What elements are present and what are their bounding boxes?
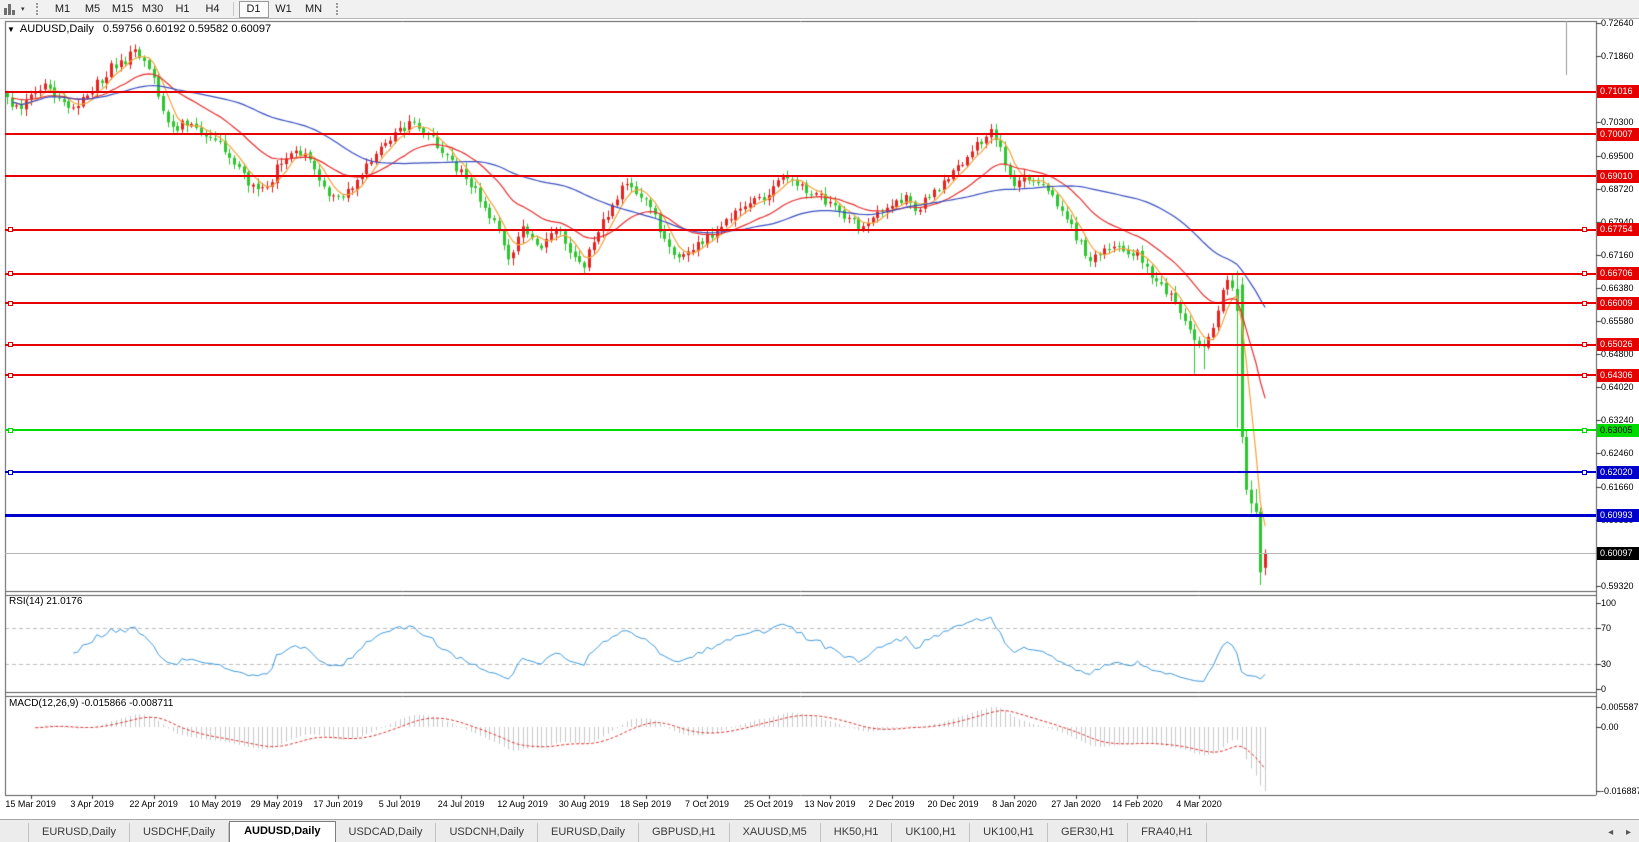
date-label: 27 Jan 2020	[1051, 799, 1101, 809]
chart-tab-usdcad-daily[interactable]: USDCAD,Daily	[336, 823, 437, 842]
chart-tabs: EURUSD,DailyUSDCHF,DailyAUDUSD,DailyUSDC…	[0, 821, 1207, 842]
date-label: 10 May 2019	[189, 799, 241, 809]
rsi-indicator-label: RSI(14) 21.0176	[9, 596, 82, 607]
chart-tab-ger30-h1[interactable]: GER30,H1	[1048, 823, 1128, 842]
date-label: 12 Aug 2019	[497, 799, 548, 809]
chart-tab-uk100-h1[interactable]: UK100,H1	[892, 823, 970, 842]
date-label: 13 Nov 2019	[804, 799, 855, 809]
date-label: 14 Feb 2020	[1112, 799, 1163, 809]
macd-indicator-label: MACD(12,26,9) -0.015866 -0.008711	[9, 698, 173, 709]
date-label: 15 Mar 2019	[5, 799, 56, 809]
chart-tab-audusd-daily[interactable]: AUDUSD,Daily	[229, 821, 335, 842]
timeframe-button-h1[interactable]: H1	[168, 1, 198, 18]
timeframe-toolbar: ▾ M1M5M15M30H1H4 D1W1MN	[0, 0, 1639, 19]
timeframe-button-m30[interactable]: M30	[138, 1, 168, 18]
date-label: 5 Jul 2019	[379, 799, 421, 809]
chart-ohlc-values: 0.59756 0.60192 0.59582 0.60097	[103, 23, 271, 35]
date-label: 24 Jul 2019	[438, 799, 485, 809]
mt4-window: ▾ M1M5M15M30H1H4 D1W1MN 0.726400.718600.7…	[0, 0, 1639, 842]
timeframe-button-w1[interactable]: W1	[269, 1, 299, 18]
date-label: 30 Aug 2019	[559, 799, 610, 809]
date-label: 7 Oct 2019	[685, 799, 729, 809]
chart-tab-fra40-h1[interactable]: FRA40,H1	[1128, 823, 1206, 842]
chart-tab-eurusd-daily[interactable]: EURUSD,Daily	[28, 823, 130, 842]
timeframe-button-m15[interactable]: M15	[108, 1, 138, 18]
collapse-icon[interactable]: ▼	[7, 25, 15, 34]
date-label: 18 Sep 2019	[620, 799, 671, 809]
toolbar-grip-icon[interactable]	[336, 3, 341, 15]
date-label: 22 Apr 2019	[129, 799, 178, 809]
chart-tab-usdcnh-daily[interactable]: USDCNH,Daily	[436, 823, 538, 842]
timeframe-button-mn[interactable]: MN	[299, 1, 329, 18]
date-label: 3 Apr 2019	[70, 799, 114, 809]
date-label: 29 May 2019	[251, 799, 303, 809]
timeframe-buttons: M1M5M15M30H1H4 D1W1MN	[48, 0, 329, 18]
tab-scroll-left-icon[interactable]: ◂	[1608, 827, 1613, 838]
timeframe-button-h4[interactable]: H4	[198, 1, 228, 18]
chart-icon[interactable]	[4, 4, 19, 15]
timeframe-button-m1[interactable]: M1	[48, 1, 78, 18]
chart-tab-eurusd-daily[interactable]: EURUSD,Daily	[538, 823, 639, 842]
date-label: 25 Oct 2019	[744, 799, 793, 809]
toolbar-grip-icon[interactable]	[36, 3, 41, 15]
dropdown-caret-icon[interactable]: ▾	[21, 5, 25, 13]
date-label: 4 Mar 2020	[1176, 799, 1222, 809]
time-scale[interactable]: 15 Mar 2019 3 Apr 2019 22 Apr 2019 10 May 2…	[0, 0, 1639, 842]
chart-area: 0.726400.718600.703000.695000.687200.679…	[0, 0, 1639, 842]
chart-symbol-label: AUDUSD,Daily	[20, 23, 94, 35]
date-label: 8 Jan 2020	[992, 799, 1037, 809]
chart-tab-xauusd-m5[interactable]: XAUUSD,M5	[730, 823, 821, 842]
timeframe-button-d1[interactable]: D1	[239, 1, 269, 18]
toolbar-separator	[233, 2, 234, 16]
chart-tab-bar: EURUSD,DailyUSDCHF,DailyAUDUSD,DailyUSDC…	[0, 819, 1639, 842]
chart-tab-uk100-h1[interactable]: UK100,H1	[970, 823, 1048, 842]
tab-scroll-arrows: ◂ ▸	[1598, 827, 1631, 838]
chart-title: ▼ AUDUSD,Daily 0.59756 0.60192 0.59582 0.6…	[7, 23, 271, 35]
timeframe-button-m5[interactable]: M5	[78, 1, 108, 18]
chart-tab-hk50-h1[interactable]: HK50,H1	[821, 823, 893, 842]
date-label: 2 Dec 2019	[868, 799, 914, 809]
chart-tab-usdchf-daily[interactable]: USDCHF,Daily	[130, 823, 229, 842]
tab-scroll-right-icon[interactable]: ▸	[1626, 827, 1631, 838]
date-label: 20 Dec 2019	[927, 799, 978, 809]
date-label: 17 Jun 2019	[313, 799, 363, 809]
chart-tab-gbpusd-h1[interactable]: GBPUSD,H1	[639, 823, 730, 842]
